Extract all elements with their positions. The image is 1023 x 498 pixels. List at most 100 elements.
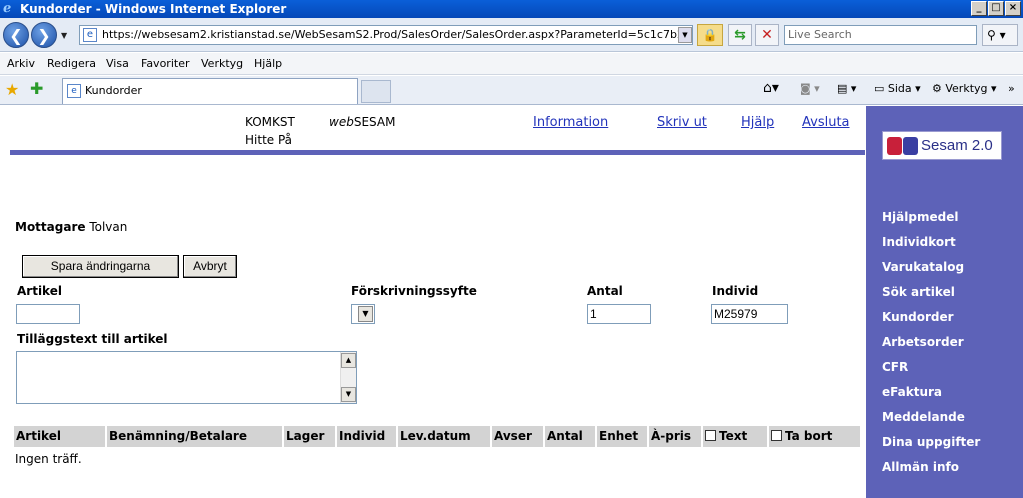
recipient-value: Tolvan <box>89 220 128 234</box>
sesam-logo-icon <box>887 137 919 155</box>
menu-favoriter[interactable]: Favoriter <box>141 57 189 70</box>
refresh-icon[interactable]: ⇆ <box>728 24 752 46</box>
sidebar-item-hjalpmedel[interactable]: Hjälpmedel <box>882 210 958 224</box>
menubar: Arkiv Redigera Visa Favoriter Verktyg Hj… <box>0 53 1023 75</box>
address-dropdown-icon[interactable]: ▼ <box>678 27 692 43</box>
favorites-star-icon[interactable]: ★ <box>5 80 19 99</box>
home-icon[interactable]: ⌂▾ <box>763 80 779 96</box>
sidebar: Sesam 2.0 Hjälpmedel Individkort Varukat… <box>866 106 1023 498</box>
address-url: https://websesam2.kristianstad.se/WebSes… <box>102 28 693 41</box>
purpose-select[interactable]: ▼ <box>351 304 375 324</box>
address-input[interactable]: e https://websesam2.kristianstad.se/WebS… <box>79 25 693 45</box>
individual-label: Individ <box>712 284 759 298</box>
page-content: KOMKST Hitte På webSESAM Information Skr… <box>0 106 1023 498</box>
new-tab-button[interactable] <box>361 80 391 103</box>
purpose-label: Förskrivningssyfte <box>351 284 477 298</box>
user-code: KOMKST <box>245 115 295 129</box>
delete-all-checkbox[interactable] <box>771 430 782 441</box>
forward-button[interactable]: ❯ <box>31 22 57 48</box>
quantity-label: Antal <box>587 284 623 298</box>
sidebar-item-dina-uppgifter[interactable]: Dina uppgifter <box>882 435 980 449</box>
back-button[interactable]: ❮ <box>3 22 29 48</box>
col-benamning: Benämning/Betalare <box>107 426 282 447</box>
col-individ: Individ <box>337 426 396 447</box>
sidebar-item-individkort[interactable]: Individkort <box>882 235 956 249</box>
recipient-label: Mottagare <box>15 220 86 234</box>
extra-text-label: Tilläggstext till artikel <box>17 332 168 346</box>
col-tabort-label: Ta bort <box>785 429 833 443</box>
menu-hjalp[interactable]: Hjälp <box>254 57 282 70</box>
article-input[interactable] <box>16 304 80 324</box>
text-checkbox[interactable] <box>705 430 716 441</box>
col-text-label: Text <box>719 429 748 443</box>
add-favorite-icon[interactable]: ✚ <box>30 79 43 98</box>
page-menu-label: Sida <box>887 82 912 95</box>
minimize-button[interactable]: _ <box>971 1 987 16</box>
cancel-button[interactable]: Avbryt <box>183 255 237 278</box>
col-text: Text <box>703 426 767 447</box>
feeds-icon[interactable]: ◙ ▾ <box>800 82 820 95</box>
close-window-button[interactable]: × <box>1005 1 1021 16</box>
textarea-scrollbar[interactable]: ▲ ▼ <box>340 352 356 403</box>
col-levdatum: Lev.datum <box>398 426 490 447</box>
page-icon: e <box>83 28 97 42</box>
sidebar-item-efaktura[interactable]: eFaktura <box>882 385 942 399</box>
individual-input[interactable]: M25979 <box>711 304 788 324</box>
user-name: Hitte På <box>245 133 293 147</box>
chevron-right-icon[interactable]: » <box>1008 82 1015 95</box>
window-title: Kundorder - Windows Internet Explorer <box>20 2 287 16</box>
sidebar-item-kundorder[interactable]: Kundorder <box>882 310 954 324</box>
page-menu[interactable]: ▭ Sida ▾ <box>874 82 921 95</box>
tab-bar: ★ ✚ e Kundorder ⌂▾ ◙ ▾ ▤ ▾ ▭ Sida ▾ ⚙ Ve… <box>0 76 1023 105</box>
scroll-up-icon[interactable]: ▲ <box>341 353 356 368</box>
lock-icon[interactable]: 🔒 <box>697 24 723 46</box>
col-tabort: Ta bort <box>769 426 860 447</box>
ie-logo-icon: ℯ <box>3 1 12 16</box>
empty-message: Ingen träff. <box>15 452 82 466</box>
chevron-down-icon[interactable]: ▼ <box>358 306 373 322</box>
tab-kundorder[interactable]: e Kundorder <box>62 78 358 104</box>
recent-pages-dropdown-icon[interactable]: ▼ <box>61 31 67 40</box>
col-artikel: Artikel <box>14 426 105 447</box>
app-prefix: web <box>329 115 354 129</box>
link-help[interactable]: Hjälp <box>741 115 774 130</box>
sesam-logo: Sesam 2.0 <box>882 131 1002 160</box>
header-divider <box>10 150 865 155</box>
link-information[interactable]: Information <box>533 115 608 130</box>
sidebar-item-arbetsorder[interactable]: Arbetsorder <box>882 335 964 349</box>
menu-redigera[interactable]: Redigera <box>47 57 96 70</box>
maximize-button[interactable]: □ <box>988 1 1004 16</box>
col-antal: Antal <box>545 426 595 447</box>
col-lager: Lager <box>284 426 335 447</box>
tab-page-icon: e <box>67 84 81 98</box>
quantity-input[interactable]: 1 <box>587 304 651 324</box>
sidebar-item-sok-artikel[interactable]: Sök artikel <box>882 285 955 299</box>
extra-text-textarea[interactable]: ▲ ▼ <box>16 351 357 404</box>
address-toolbar: ❮ ❯ ▼ e https://websesam2.kristianstad.s… <box>0 18 1023 52</box>
link-logout[interactable]: Avsluta <box>802 115 850 130</box>
sidebar-item-cfr[interactable]: CFR <box>882 360 908 374</box>
sidebar-item-meddelande[interactable]: Meddelande <box>882 410 965 424</box>
menu-arkiv[interactable]: Arkiv <box>7 57 35 70</box>
search-icon[interactable]: ⚲ ▾ <box>982 24 1018 46</box>
tools-menu[interactable]: ⚙ Verktyg ▾ <box>932 82 997 95</box>
sidebar-item-allman-info[interactable]: Allmän info <box>882 460 959 474</box>
stop-icon[interactable]: ✕ <box>755 24 779 46</box>
link-print[interactable]: Skriv ut <box>657 115 707 130</box>
save-button[interactable]: Spara ändringarna <box>22 255 179 278</box>
logo-text: Sesam 2.0 <box>921 137 993 154</box>
article-label: Artikel <box>17 284 62 298</box>
col-enhet: Enhet <box>597 426 647 447</box>
order-table-header: Artikel Benämning/Betalare Lager Individ… <box>14 426 860 447</box>
sidebar-item-varukatalog[interactable]: Varukatalog <box>882 260 964 274</box>
col-avser: Avser <box>492 426 543 447</box>
window-titlebar: ℯ Kundorder - Windows Internet Explorer … <box>0 0 1023 18</box>
menu-verktyg[interactable]: Verktyg <box>201 57 243 70</box>
menu-visa[interactable]: Visa <box>106 57 129 70</box>
search-input[interactable]: Live Search <box>784 25 977 45</box>
print-icon[interactable]: ▤ ▾ <box>837 82 856 95</box>
tools-menu-label: Verktyg <box>945 82 988 95</box>
recipient: Mottagare Tolvan <box>15 220 127 234</box>
scroll-down-icon[interactable]: ▼ <box>341 387 356 402</box>
col-apris: À-pris <box>649 426 701 447</box>
